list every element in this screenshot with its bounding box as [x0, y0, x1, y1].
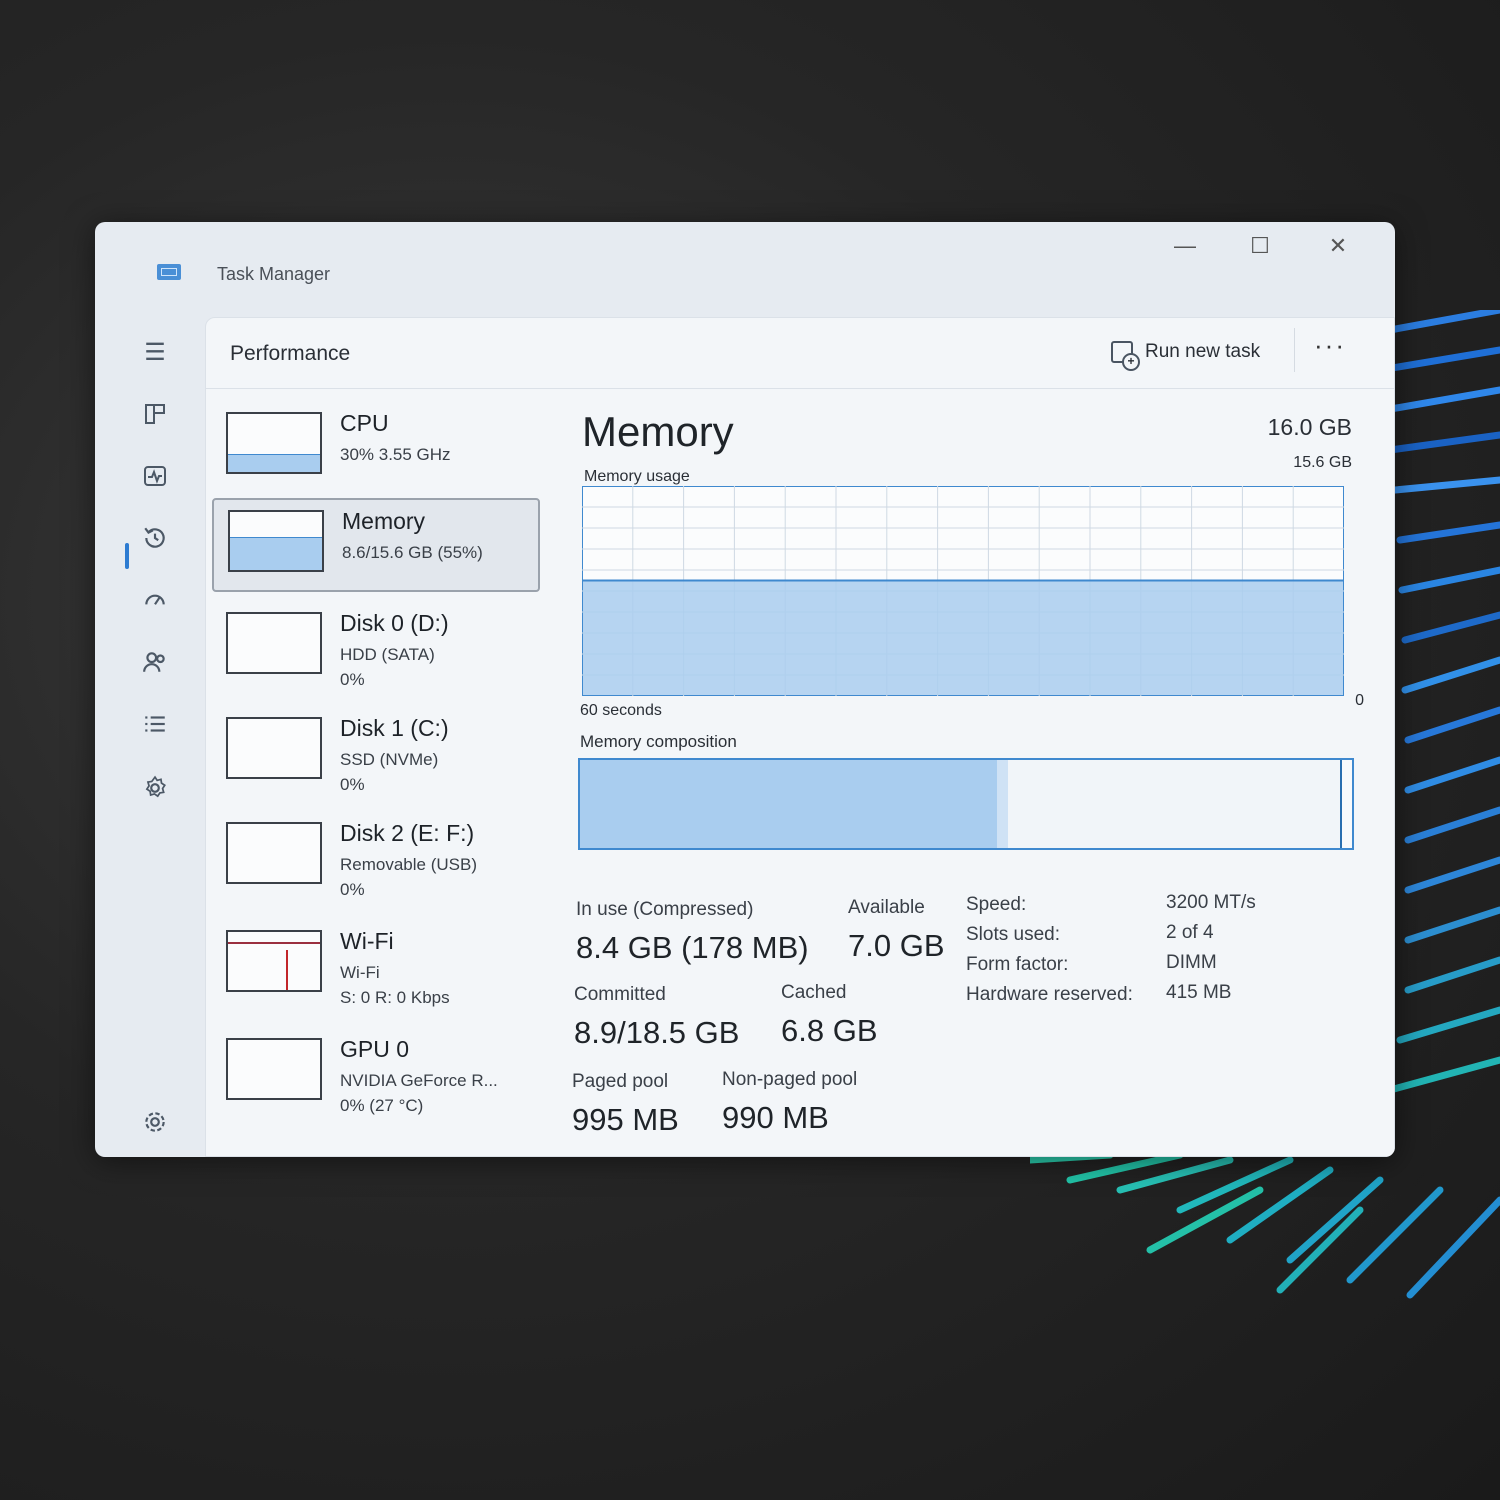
memory-composition-bar	[578, 758, 1354, 850]
device-disk-2[interactable]: Disk 2 (E: F:) Removable (USB) 0%	[212, 812, 540, 906]
window-title: Task Manager	[217, 264, 331, 284]
menu-icon[interactable]: ☰	[135, 332, 175, 372]
wifi-thumbnail-graph	[226, 930, 322, 992]
memory-thumbnail-graph	[228, 510, 324, 572]
graph-x-start: 60 seconds	[580, 702, 662, 719]
task-manager-window: Task Manager — ☐ ✕ ☰ Performance + Run n…	[95, 222, 1395, 1157]
usage-graph-max: 15.6 GB	[1293, 454, 1352, 471]
hardware-reserved-label: Hardware reserved:	[966, 984, 1133, 1005]
run-new-task-label: Run new task	[1145, 341, 1261, 362]
speed-label: Speed:	[966, 894, 1027, 915]
form-factor-value: DIMM	[1166, 952, 1217, 973]
device-gpu-0[interactable]: GPU 0 NVIDIA GeForce R... 0% (27 °C)	[212, 1028, 540, 1122]
minimize-button[interactable]: —	[1160, 226, 1210, 266]
app-history-icon[interactable]	[135, 518, 175, 558]
composition-standby	[1008, 760, 1343, 848]
details-icon[interactable]	[135, 704, 175, 744]
device-wifi[interactable]: Wi-Fi Wi-Fi S: 0 R: 0 Kbps	[212, 920, 540, 1014]
composition-in-use	[580, 760, 999, 848]
total-memory: 16.0 GB	[1267, 414, 1352, 440]
available-value: 7.0 GB	[848, 928, 945, 963]
performance-pane: Performance Run new task ··· CPU 30% 3.5…	[205, 317, 1395, 1157]
form-factor-label: Form factor:	[966, 954, 1069, 975]
non-paged-pool-label: Non-paged pool	[722, 1069, 858, 1090]
device-name: GPU 0	[340, 1036, 410, 1062]
device-list: CPU 30% 3.55 GHz Memory 8.6/15.6 GB (55%…	[206, 402, 546, 1156]
page-header: Performance Run new task ···	[206, 318, 1394, 389]
startup-apps-icon[interactable]	[135, 580, 175, 620]
device-detail: HDD (SATA) 0%	[340, 645, 435, 689]
device-name: Disk 1 (C:)	[340, 715, 449, 741]
cached-value: 6.8 GB	[781, 1013, 878, 1048]
device-detail: 30% 3.55 GHz	[340, 445, 451, 464]
hardware-reserved-value: 415 MB	[1166, 982, 1232, 1003]
title-bar: Task Manager — ☐ ✕	[95, 222, 1395, 302]
device-detail: NVIDIA GeForce R... 0% (27 °C)	[340, 1071, 498, 1115]
device-disk-1[interactable]: Disk 1 (C:) SSD (NVMe) 0%	[212, 707, 540, 801]
performance-icon[interactable]	[135, 456, 175, 496]
detail-title: Memory	[582, 408, 734, 455]
processes-icon[interactable]	[135, 394, 175, 434]
header-divider	[1294, 328, 1295, 372]
device-cpu[interactable]: CPU 30% 3.55 GHz	[212, 402, 540, 496]
device-disk-0[interactable]: Disk 0 (D:) HDD (SATA) 0%	[212, 602, 540, 696]
device-name: Memory	[342, 508, 426, 534]
device-name: Wi-Fi	[340, 928, 394, 954]
navigation-rail: ☰	[95, 302, 205, 1157]
disk-1-thumbnail-graph	[226, 717, 322, 779]
users-icon[interactable]	[135, 642, 175, 682]
committed-value: 8.9/18.5 GB	[574, 1015, 740, 1050]
paged-pool-label: Paged pool	[572, 1071, 669, 1092]
settings-icon[interactable]	[135, 1102, 175, 1142]
speed-value: 3200 MT/s	[1166, 892, 1256, 913]
cpu-thumbnail-graph	[226, 412, 322, 474]
committed-label: Committed	[574, 984, 666, 1005]
page-title: Performance	[230, 342, 351, 365]
memory-usage-graph	[582, 486, 1344, 696]
device-memory[interactable]: Memory 8.6/15.6 GB (55%)	[212, 498, 540, 592]
device-name: Disk 2 (E: F:)	[340, 820, 475, 846]
active-indicator	[125, 543, 129, 569]
in-use-value: 8.4 GB (178 MB)	[576, 930, 809, 965]
device-detail: Wi-Fi S: 0 R: 0 Kbps	[340, 963, 450, 1007]
slots-used-label: Slots used:	[966, 924, 1060, 945]
memory-detail-panel: Memory 16.0 GB Memory usage 15.6 GB 60 s…	[568, 402, 1394, 1156]
in-use-label: In use (Compressed)	[576, 899, 754, 920]
device-detail: Removable (USB) 0%	[340, 855, 477, 899]
run-task-icon	[1111, 341, 1140, 371]
run-new-task-button[interactable]: Run new task	[1111, 332, 1260, 372]
disk-2-thumbnail-graph	[226, 822, 322, 884]
device-name: CPU	[340, 410, 389, 436]
close-button[interactable]: ✕	[1313, 226, 1363, 266]
cached-label: Cached	[781, 982, 847, 1003]
services-icon[interactable]	[135, 768, 175, 808]
task-manager-icon	[157, 264, 181, 280]
more-options-button[interactable]: ···	[1314, 330, 1346, 361]
maximize-button[interactable]: ☐	[1235, 226, 1285, 266]
non-paged-pool-value: 990 MB	[722, 1100, 829, 1135]
usage-graph-label: Memory usage	[584, 468, 690, 485]
wifi-activity-spike	[286, 950, 288, 990]
graph-x-end: 0	[1355, 692, 1364, 709]
disk-0-thumbnail-graph	[226, 612, 322, 674]
slots-used-value: 2 of 4	[1166, 922, 1214, 943]
device-detail: SSD (NVMe) 0%	[340, 750, 439, 794]
available-label: Available	[848, 897, 925, 918]
device-detail: 8.6/15.6 GB (55%)	[342, 543, 483, 562]
paged-pool-value: 995 MB	[572, 1102, 679, 1137]
gpu-thumbnail-graph	[226, 1038, 322, 1100]
device-name: Disk 0 (D:)	[340, 610, 449, 636]
composition-label: Memory composition	[580, 732, 737, 751]
